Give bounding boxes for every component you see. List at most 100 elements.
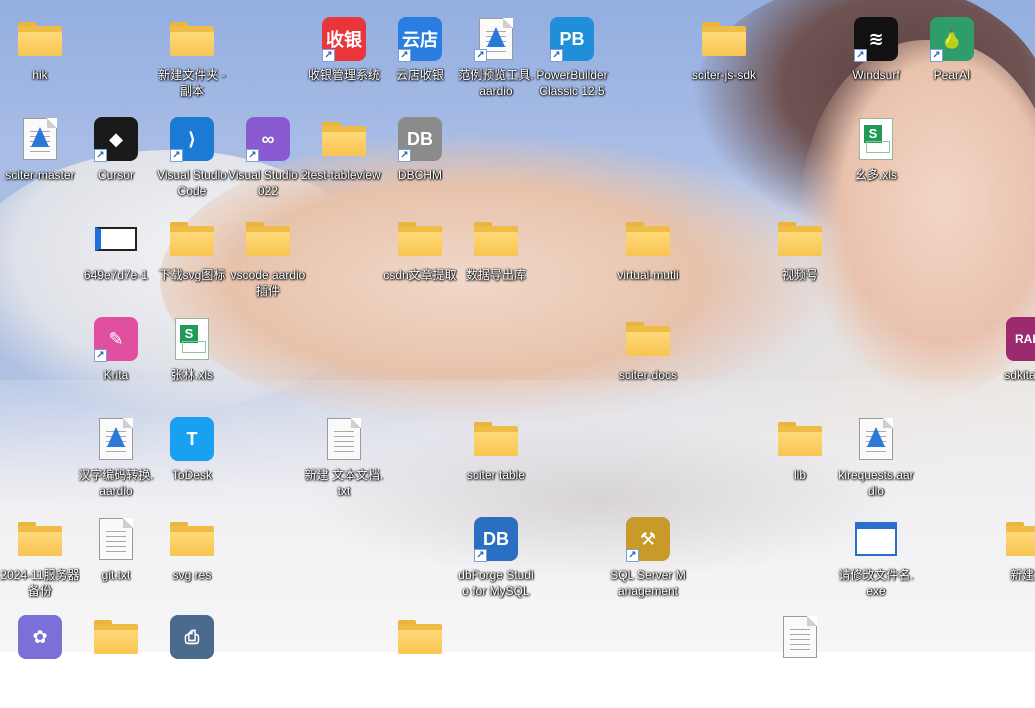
- desktop-icon[interactable]: 649e7d7e-1: [78, 214, 154, 310]
- shortcut-arrow-icon: ↗: [474, 549, 487, 562]
- cursor-icon: ◆ ↗: [92, 116, 140, 162]
- desktop-icon[interactable]: 新建文: [990, 514, 1035, 610]
- shortcut-arrow-icon: ↗: [474, 49, 487, 62]
- desktop-icon-label: 2024-11服务器备份: [0, 568, 80, 598]
- vscode-icon: ⟩ ↗: [168, 116, 216, 162]
- desktop-icon[interactable]: PB ↗ PowerBuilder Classic 12.5: [534, 14, 610, 110]
- desktop-icon-label: sciter-js-sdk: [691, 68, 756, 82]
- desktop-icon[interactable]: S 张林.xls: [154, 314, 230, 410]
- desktop-icon[interactable]: 收银 ↗ 收银管理系统: [306, 14, 382, 110]
- desktop-icon[interactable]: ∞ ↗ Visual Studio 2022: [228, 114, 308, 210]
- desktop-icon-label: sciter-docs: [618, 368, 677, 382]
- desktop-icon-label: vscode aardio插件: [230, 268, 306, 298]
- desktop-icon-label: 请修改文件名.exe: [838, 568, 914, 598]
- image-file-icon: [92, 216, 140, 262]
- desktop-icon[interactable]: git.txt: [78, 514, 154, 610]
- desktop-icon[interactable]: lib: [762, 414, 838, 510]
- desktop-icon[interactable]: 数据导出库: [458, 214, 534, 310]
- desktop-icon[interactable]: hik: [2, 14, 78, 110]
- folder-icon: [396, 614, 444, 660]
- desktop-icon[interactable]: 视频号: [762, 214, 838, 310]
- desktop-icon-label: 云店收银: [395, 68, 444, 82]
- zip-folder-icon: [624, 216, 672, 262]
- dbforge-icon: DB ↗: [472, 516, 520, 562]
- desktop-icon-label: lib: [793, 468, 806, 482]
- desktop-icon-label: DBCHM: [398, 168, 442, 182]
- desktop-icon-label: Visual Studio Code: [157, 168, 227, 198]
- folder-icon: [168, 516, 216, 562]
- desktop-icon[interactable]: 新建文件夹 - 副本: [154, 14, 230, 110]
- desktop-icon[interactable]: ↗ 范例预览工具.aardio: [458, 14, 534, 110]
- desktop-icon[interactable]: 🍐 ↗ PearAI: [914, 14, 990, 110]
- desktop-icon-label: ToDesk: [171, 468, 212, 482]
- folder-icon: [700, 16, 748, 62]
- cashier-app-icon: 收银 ↗: [320, 16, 368, 62]
- winrar-icon: RAR: [1004, 316, 1035, 362]
- desktop-icon[interactable]: svg res: [154, 514, 230, 610]
- text-file-icon: [92, 516, 140, 562]
- desktop-icon-label: Windsurf: [852, 68, 900, 82]
- desktop-icon-label: SQL Server Management: [610, 568, 686, 598]
- desktop-icon[interactable]: kirequests.aardio: [838, 414, 914, 510]
- desktop-icon[interactable]: csdn文章提取: [382, 214, 458, 310]
- aardio-file-icon: [852, 416, 900, 462]
- desktop-icon[interactable]: virtual-mutli: [610, 214, 686, 310]
- desktop-icon[interactable]: 汉字编码转换.aardio: [78, 414, 154, 510]
- desktop-icon[interactable]: sciter-master: [2, 114, 78, 210]
- desktop-icon-label: sciter table: [466, 468, 526, 482]
- desktop-icon-label: 汉字编码转换.aardio: [78, 468, 154, 498]
- desktop-icon[interactable]: T ToDesk: [154, 414, 230, 510]
- folder-icon: [624, 316, 672, 362]
- visual-studio-icon: ∞ ↗: [244, 116, 292, 162]
- desktop-icon[interactable]: [762, 612, 838, 708]
- flower-app-icon: ✿: [16, 614, 64, 660]
- desktop-icon[interactable]: 2024-11服务器备份: [0, 514, 80, 610]
- desktop-icon[interactable]: S 幺多.xls: [838, 114, 914, 210]
- spreadsheet-icon: S: [852, 116, 900, 162]
- aardio-file-icon: ↗: [472, 16, 520, 62]
- todesk-icon: T: [168, 416, 216, 462]
- folder-icon: [396, 216, 444, 262]
- desktop-icon-label: 幺多.xls: [854, 168, 897, 182]
- desktop-icon[interactable]: ⎙: [154, 612, 230, 708]
- folder-icon: [168, 16, 216, 62]
- desktop-icon[interactable]: ◆ ↗ Cursor: [78, 114, 154, 210]
- desktop-icon[interactable]: ⟩ ↗ Visual Studio Code: [154, 114, 230, 210]
- desktop-icon-label: virtual-mutli: [617, 268, 679, 282]
- desktop-icon[interactable]: vscode aardio插件: [230, 214, 306, 310]
- desktop-icon[interactable]: 新建 文本文档.txt: [305, 414, 383, 510]
- desktop-icon[interactable]: ✿: [2, 612, 78, 708]
- shortcut-arrow-icon: ↗: [94, 349, 107, 362]
- desktop-icon-label: csdn文章提取: [383, 268, 457, 282]
- desktop-icon[interactable]: ✎ ↗ Krita: [78, 314, 154, 410]
- desktop-icon[interactable]: sciter-docs: [610, 314, 686, 410]
- desktop-icon[interactable]: ≋ ↗ Windsurf: [838, 14, 914, 110]
- desktop-icon[interactable]: 云店 ↗ 云店收银: [382, 14, 458, 110]
- desktop-icon[interactable]: 下载svg图标: [154, 214, 230, 310]
- desktop-icon-label: hik: [32, 68, 48, 82]
- desktop-icon[interactable]: DB ↗ dbForge Studio for MySQL: [458, 514, 534, 610]
- folder-icon: [92, 614, 140, 660]
- desktop-icon[interactable]: [382, 612, 458, 708]
- desktop-icon[interactable]: sciter table: [458, 414, 534, 510]
- desktop-icon-label: Cursor: [97, 168, 134, 182]
- shortcut-arrow-icon: ↗: [322, 49, 335, 62]
- desktop-icon-label: 收银管理系统: [307, 68, 380, 82]
- folder-icon: [776, 416, 824, 462]
- desktop-icon[interactable]: sciter-js-sdk: [686, 14, 762, 110]
- desktop-icon-label: 新建文件夹 - 副本: [158, 68, 226, 98]
- desktop-icon[interactable]: 请修改文件名.exe: [838, 514, 914, 610]
- folder-icon: [776, 216, 824, 262]
- shortcut-arrow-icon: ↗: [170, 149, 183, 162]
- desktop-icon[interactable]: [78, 612, 154, 708]
- desktop-icon[interactable]: RAR sdkitable: [990, 314, 1035, 410]
- desktop-icon[interactable]: DB ↗ DBCHM: [382, 114, 458, 210]
- database-icon: DB ↗: [396, 116, 444, 162]
- desktop-icon-label: 范例预览工具.aardio: [458, 68, 534, 98]
- zip-folder-icon: [320, 116, 368, 162]
- desktop-icon-label: sdkitable: [1004, 368, 1035, 382]
- desktop-icon[interactable]: test-tableview: [306, 114, 382, 210]
- shortcut-arrow-icon: ↗: [854, 49, 867, 62]
- desktop-icon[interactable]: ⚒ ↗ SQL Server Management: [610, 514, 686, 610]
- exe-window-icon: [852, 516, 900, 562]
